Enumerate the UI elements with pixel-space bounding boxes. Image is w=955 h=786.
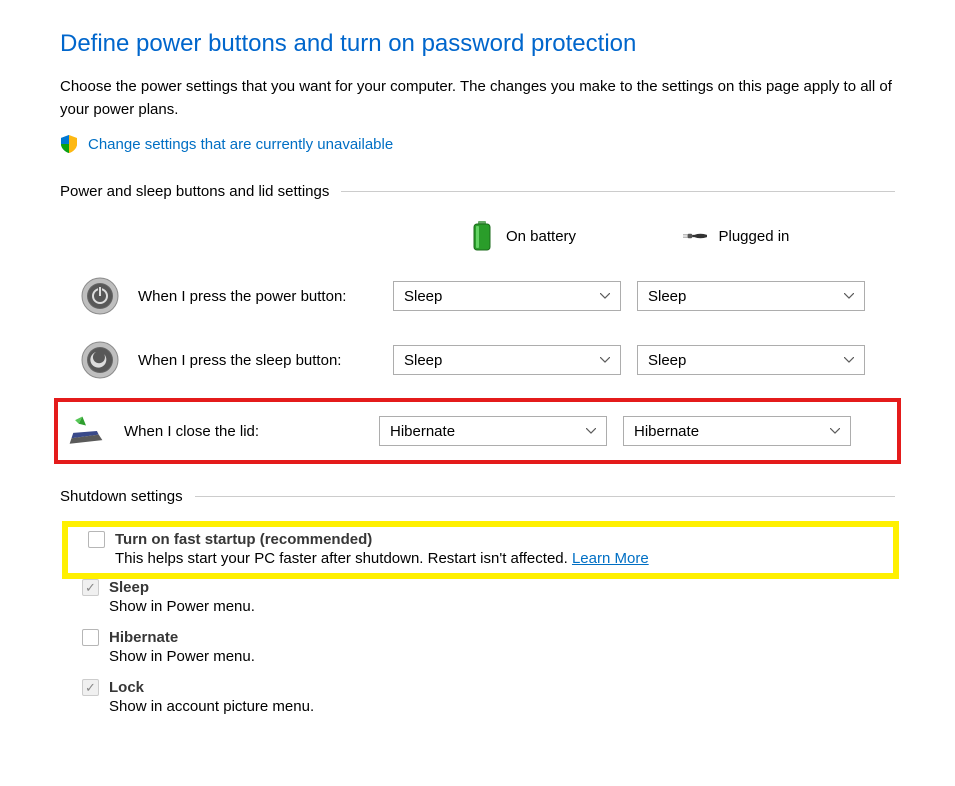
- laptop-lid-icon: [66, 411, 106, 451]
- select-value: Hibernate: [634, 423, 699, 440]
- fast-startup-checkbox[interactable]: [88, 531, 105, 548]
- power-sleep-section-header: Power and sleep buttons and lid settings: [60, 183, 895, 200]
- select-value: Sleep: [648, 352, 686, 369]
- sleep-button-icon: [80, 340, 120, 380]
- select-value: Hibernate: [390, 423, 455, 440]
- close-lid-plugged-select[interactable]: Hibernate: [623, 416, 851, 446]
- chevron-down-icon: [586, 428, 596, 434]
- close-lid-label: When I close the lid:: [124, 423, 379, 440]
- columns-header: On battery Plugged in: [60, 220, 895, 252]
- power-button-row: When I press the power button: Sleep Sle…: [60, 276, 895, 316]
- sleep-label: Sleep: [109, 579, 149, 596]
- select-value: Sleep: [648, 288, 686, 305]
- sleep-button-battery-select[interactable]: Sleep: [393, 345, 621, 375]
- change-settings-link-row[interactable]: Change settings that are currently unava…: [60, 135, 895, 153]
- hibernate-desc: Show in Power menu.: [109, 648, 895, 665]
- on-battery-label: On battery: [506, 228, 576, 245]
- shutdown-item-lock: ✓ Lock Show in account picture menu.: [60, 679, 895, 715]
- sleep-button-plugged-select[interactable]: Sleep: [637, 345, 865, 375]
- divider-line: [341, 191, 895, 192]
- sleep-button-label: When I press the sleep button:: [138, 352, 393, 369]
- chevron-down-icon: [844, 357, 854, 363]
- fast-startup-highlight: Turn on fast startup (recommended) This …: [66, 525, 895, 575]
- lock-checkbox[interactable]: ✓: [82, 679, 99, 696]
- power-button-icon: [80, 276, 120, 316]
- close-lid-battery-select[interactable]: Hibernate: [379, 416, 607, 446]
- chevron-down-icon: [830, 428, 840, 434]
- shutdown-item-hibernate: Hibernate Show in Power menu.: [60, 629, 895, 665]
- hibernate-checkbox[interactable]: [82, 629, 99, 646]
- shield-icon: [60, 135, 78, 153]
- chevron-down-icon: [600, 357, 610, 363]
- hibernate-label: Hibernate: [109, 629, 178, 646]
- page-subtitle: Choose the power settings that you want …: [60, 76, 895, 121]
- shutdown-item-sleep: ✓ Sleep Show in Power menu.: [60, 579, 895, 615]
- plug-icon: [683, 220, 707, 252]
- section-title-shutdown: Shutdown settings: [60, 488, 195, 505]
- sleep-button-row: When I press the sleep button: Sleep Sle…: [60, 340, 895, 380]
- close-lid-row: When I close the lid: Hibernate Hibernat…: [60, 404, 895, 458]
- change-settings-link[interactable]: Change settings that are currently unava…: [88, 136, 393, 153]
- power-button-battery-select[interactable]: Sleep: [393, 281, 621, 311]
- sleep-checkbox[interactable]: ✓: [82, 579, 99, 596]
- plugged-in-label: Plugged in: [719, 228, 790, 245]
- fast-startup-label: Turn on fast startup (recommended): [115, 531, 372, 548]
- divider-line: [195, 496, 895, 497]
- chevron-down-icon: [600, 293, 610, 299]
- shutdown-section-header: Shutdown settings: [60, 488, 895, 505]
- section-title-power: Power and sleep buttons and lid settings: [60, 183, 341, 200]
- learn-more-link[interactable]: Learn More: [572, 550, 649, 567]
- power-button-label: When I press the power button:: [138, 288, 393, 305]
- page-title: Define power buttons and turn on passwor…: [60, 30, 895, 58]
- lock-label: Lock: [109, 679, 144, 696]
- power-button-plugged-select[interactable]: Sleep: [637, 281, 865, 311]
- chevron-down-icon: [844, 293, 854, 299]
- select-value: Sleep: [404, 352, 442, 369]
- fast-startup-desc: This helps start your PC faster after sh…: [115, 550, 572, 567]
- select-value: Sleep: [404, 288, 442, 305]
- lock-desc: Show in account picture menu.: [109, 698, 895, 715]
- sleep-desc: Show in Power menu.: [109, 598, 895, 615]
- battery-icon: [470, 220, 494, 252]
